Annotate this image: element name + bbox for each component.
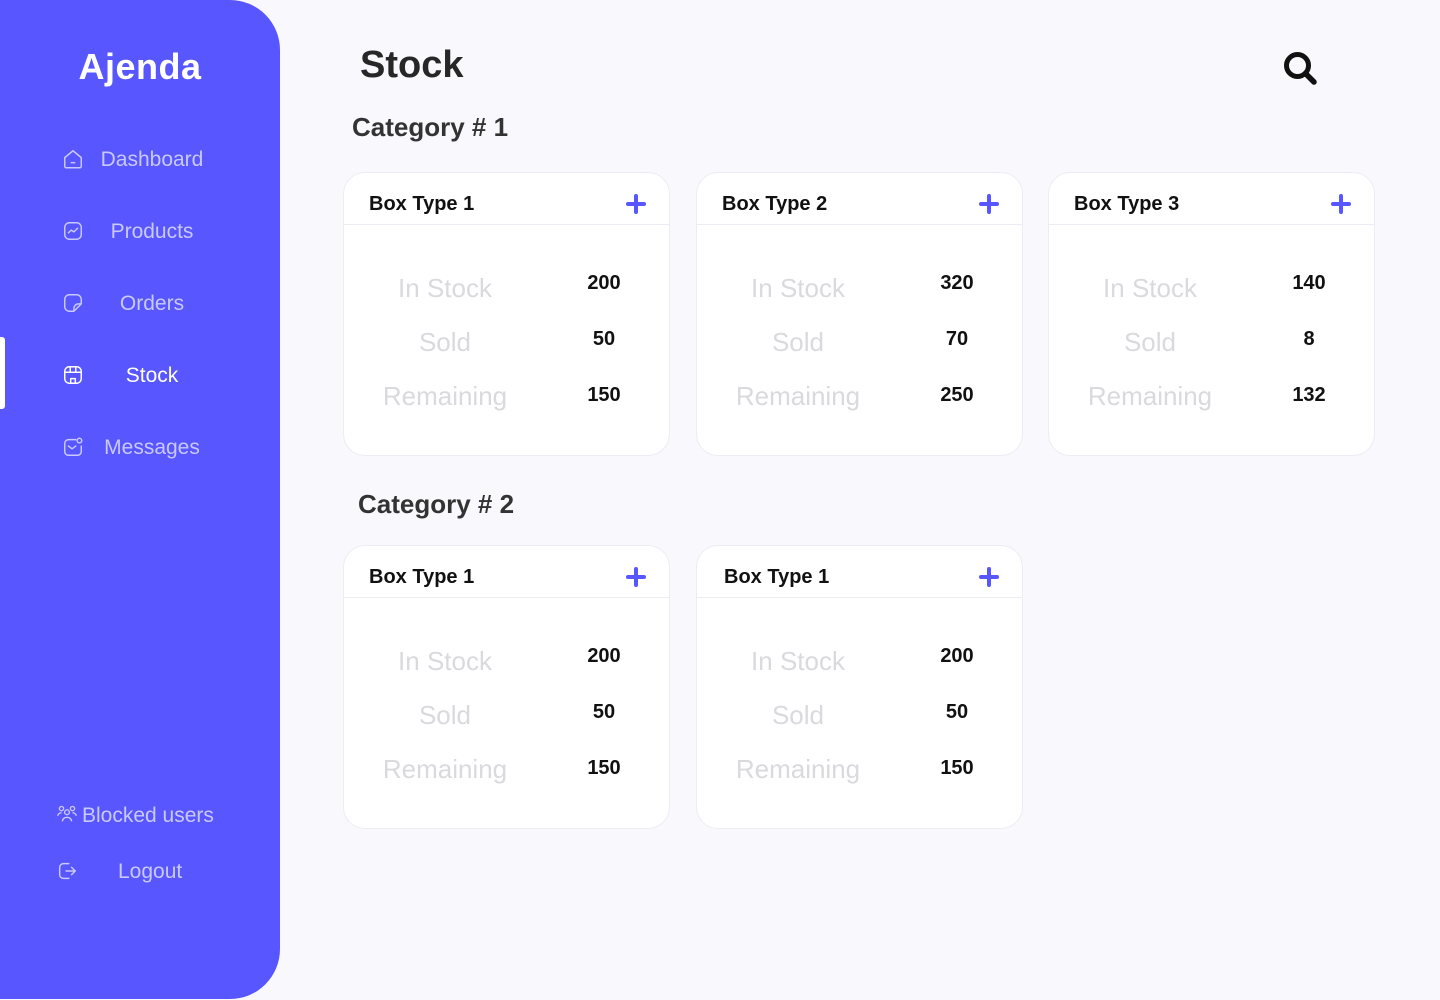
category-title: Category # 2 — [358, 489, 515, 519]
card-title: Box Type 2 — [722, 193, 828, 215]
brand-logo: Ajenda — [78, 46, 202, 87]
row-value: 320 — [940, 272, 974, 294]
sidebar-item-label: Stock — [125, 364, 179, 387]
card-header: Box Type 3 — [1049, 173, 1374, 225]
stock-card: Box Type 1 In Stock 200 Sold 50 Remainin… — [343, 172, 670, 456]
sidebar-item-label: Messages — [104, 436, 200, 459]
row-value: 150 — [587, 757, 621, 779]
page-title: Stock — [360, 44, 464, 86]
sidebar-item-label: Products — [110, 220, 194, 243]
row-value: 200 — [940, 645, 974, 667]
sidebar-item-label: Blocked users — [82, 804, 214, 827]
row-value: 50 — [592, 328, 616, 350]
sidebar-item-label: Orders — [119, 292, 185, 315]
row-label: In Stock — [751, 273, 845, 303]
row-value: 150 — [940, 757, 974, 779]
category-title: Category # 1 — [352, 112, 509, 142]
row-label: Remaining — [382, 381, 508, 411]
row-value: 200 — [587, 272, 621, 294]
row-value: 132 — [1292, 384, 1326, 406]
card-header: Box Type 1 — [697, 546, 1022, 598]
row-value: 150 — [587, 384, 621, 406]
logout-icon — [56, 860, 78, 882]
sidebar-item-dashboard[interactable]: Dashboard — [0, 140, 280, 180]
row-label: In Stock — [1103, 273, 1197, 303]
sidebar-item-stock[interactable]: Stock — [0, 356, 280, 396]
sidebar-item-blocked-users[interactable]: Blocked users — [0, 796, 280, 836]
row-label: Sold — [771, 327, 825, 357]
users-icon — [56, 804, 78, 826]
row-label: Sold — [1123, 327, 1177, 357]
stock-card: Box Type 1 In Stock 200 Sold 50 Remainin… — [696, 545, 1023, 829]
card-title: Box Type 3 — [1074, 193, 1180, 215]
add-icon[interactable] — [625, 566, 647, 588]
row-value: 70 — [945, 328, 969, 350]
row-label: Remaining — [735, 381, 861, 411]
row-label: In Stock — [398, 273, 492, 303]
card-header: Box Type 1 — [344, 173, 669, 225]
sidebar-item-label: Logout — [118, 860, 183, 883]
card-title: Box Type 1 — [369, 566, 475, 588]
sidebar-item-logout[interactable]: Logout — [0, 852, 280, 892]
row-label: Sold — [418, 327, 472, 357]
stock-card: Box Type 3 In Stock 140 Sold 8 Remaining… — [1048, 172, 1375, 456]
search-icon[interactable] — [1282, 50, 1318, 86]
row-label: Sold — [771, 700, 825, 730]
row-value: 200 — [587, 645, 621, 667]
row-label: In Stock — [751, 646, 845, 676]
add-icon[interactable] — [625, 193, 647, 215]
sidebar-item-messages[interactable]: Messages — [0, 428, 280, 468]
row-value: 50 — [592, 701, 616, 723]
sidebar: Ajenda Dashboard Products Orders Stock M… — [0, 0, 280, 999]
add-icon[interactable] — [1330, 193, 1352, 215]
row-label: Remaining — [382, 754, 508, 784]
row-value: 8 — [1303, 328, 1315, 350]
row-value: 140 — [1292, 272, 1326, 294]
row-label: Remaining — [735, 754, 861, 784]
sidebar-item-label: Dashboard — [100, 148, 204, 171]
add-icon[interactable] — [978, 566, 1000, 588]
stock-card: Box Type 2 In Stock 320 Sold 70 Remainin… — [696, 172, 1023, 456]
sidebar-item-orders[interactable]: Orders — [0, 284, 280, 324]
card-title: Box Type 1 — [724, 566, 830, 588]
row-value: 50 — [945, 701, 969, 723]
card-header: Box Type 1 — [344, 546, 669, 598]
sidebar-item-products[interactable]: Products — [0, 212, 280, 252]
row-label: Remaining — [1087, 381, 1213, 411]
card-title: Box Type 1 — [369, 193, 475, 215]
row-label: In Stock — [398, 646, 492, 676]
stock-card: Box Type 1 In Stock 200 Sold 50 Remainin… — [343, 545, 670, 829]
add-icon[interactable] — [978, 193, 1000, 215]
card-header: Box Type 2 — [697, 173, 1022, 225]
row-label: Sold — [418, 700, 472, 730]
row-value: 250 — [940, 384, 974, 406]
